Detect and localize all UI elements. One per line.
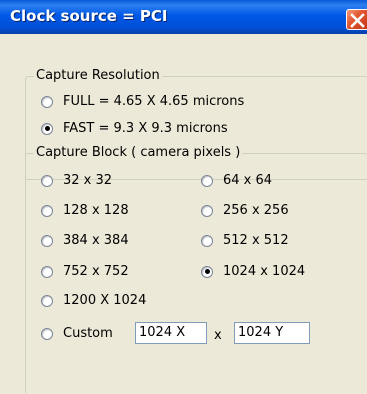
radio-button[interactable] — [41, 122, 53, 135]
radio-button[interactable] — [41, 234, 53, 247]
close-x-icon — [350, 13, 365, 28]
capture-block-group: Capture Block ( camera pixels ) 32 x 32 … — [25, 145, 367, 394]
radio-button[interactable] — [41, 294, 53, 307]
radio-fast-resolution[interactable]: FAST = 9.3 X 9.3 microns — [41, 121, 228, 136]
close-button[interactable] — [346, 9, 367, 30]
radio-label: Custom — [63, 326, 113, 341]
radio-button[interactable] — [41, 174, 53, 187]
radio-block-384[interactable]: 384 x 384 — [41, 233, 129, 248]
radio-label: 512 x 512 — [223, 233, 289, 248]
radio-block-752[interactable]: 752 x 752 — [41, 264, 129, 279]
radio-block-128[interactable]: 128 x 128 — [41, 203, 129, 218]
window-title: Clock source = PCI — [10, 7, 168, 25]
radio-label: 128 x 128 — [63, 203, 129, 218]
radio-button[interactable] — [201, 174, 213, 187]
radio-button[interactable] — [41, 265, 53, 278]
radio-button[interactable] — [201, 234, 213, 247]
title-bar[interactable]: Clock source = PCI — [0, 0, 367, 34]
radio-block-32[interactable]: 32 x 32 — [41, 173, 112, 188]
radio-block-1024[interactable]: 1024 x 1024 — [201, 264, 305, 279]
radio-block-512[interactable]: 512 x 512 — [201, 233, 289, 248]
radio-button[interactable] — [41, 95, 53, 108]
radio-label: 32 x 32 — [63, 173, 113, 188]
radio-label: 64 x 64 — [223, 173, 273, 188]
capture-resolution-legend: Capture Resolution — [34, 68, 162, 83]
radio-label: 1024 x 1024 — [223, 264, 306, 279]
radio-full-resolution[interactable]: FULL = 4.65 X 4.65 microns — [41, 94, 244, 109]
radio-block-custom[interactable]: Custom — [41, 326, 113, 341]
custom-size-separator: x — [214, 328, 222, 343]
radio-button[interactable] — [201, 265, 213, 278]
radio-button[interactable] — [201, 204, 213, 217]
radio-block-1200[interactable]: 1200 X 1024 — [41, 293, 146, 308]
radio-label: 256 x 256 — [223, 203, 289, 218]
radio-button[interactable] — [41, 327, 53, 340]
radio-label: 752 x 752 — [63, 264, 129, 279]
radio-button[interactable] — [41, 204, 53, 217]
custom-y-input[interactable]: 1024 Y — [234, 322, 310, 344]
radio-block-256[interactable]: 256 x 256 — [201, 203, 289, 218]
radio-label: 1200 X 1024 — [63, 293, 147, 308]
custom-x-input[interactable]: 1024 X — [135, 322, 207, 344]
radio-label: FULL = 4.65 X 4.65 microns — [63, 94, 245, 109]
radio-label: 384 x 384 — [63, 233, 129, 248]
capture-block-legend: Capture Block ( camera pixels ) — [34, 145, 243, 160]
radio-block-64[interactable]: 64 x 64 — [201, 173, 272, 188]
radio-label: FAST = 9.3 X 9.3 microns — [63, 121, 228, 136]
